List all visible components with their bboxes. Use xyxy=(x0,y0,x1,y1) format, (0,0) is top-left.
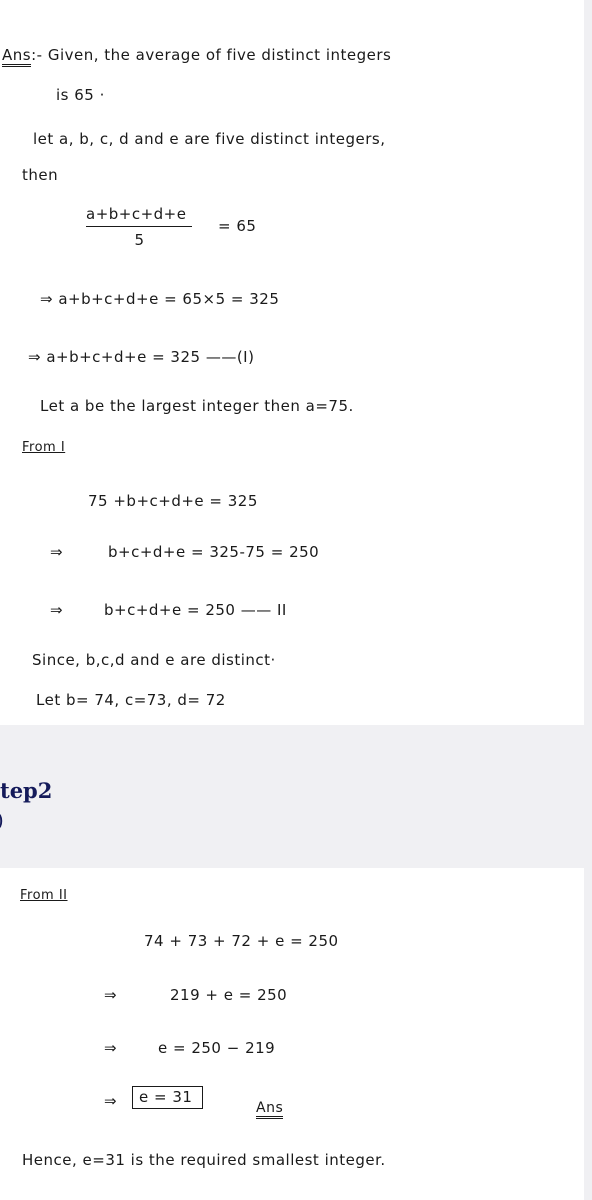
ans-mark: Ans xyxy=(256,1100,284,1119)
intro-text: :- Given, the average of five distinct i… xyxy=(31,46,392,64)
implies-arrow: ⇒ xyxy=(104,1039,118,1057)
equation-I: ⇒ a+b+c+d+e = 325 ——(I) xyxy=(28,348,255,366)
then-label: then xyxy=(22,166,59,184)
implies-arrow: ⇒ xyxy=(104,1092,118,1110)
equation-II: b+c+d+e = 250 —— II xyxy=(104,601,287,619)
equation-solve-e: e = 250 − 219 xyxy=(158,1039,276,1057)
scrollbar-track[interactable] xyxy=(584,0,592,1200)
distinct-statement: Since, b,c,d and e are distinct· xyxy=(32,651,276,669)
implies-arrow: ⇒ xyxy=(50,601,64,619)
implies-arrow: ⇒ xyxy=(50,543,64,561)
equation-simplified: 219 + e = 250 xyxy=(170,986,288,1004)
equation-sum-product: ⇒ a+b+c+d+e = 65×5 = 325 xyxy=(40,290,280,308)
implies-arrow: ⇒ xyxy=(104,986,118,1004)
average-fraction: a+b+c+d+e 5 xyxy=(86,205,193,249)
solution-image-step1: Ans:- Given, the average of five distinc… xyxy=(0,0,584,725)
equation-values-substituted: 74 + 73 + 72 + e = 250 xyxy=(144,932,339,950)
intro-text-cont: is 65 · xyxy=(56,86,105,104)
step-paren-glyph: ) xyxy=(0,808,4,832)
conclusion: Hence, e=31 is the required smallest int… xyxy=(22,1151,386,1169)
from-II-label: From II xyxy=(20,888,68,903)
variables-definition: let a, b, c, d and e are five distinct i… xyxy=(33,130,386,148)
answer-intro: Ans:- Given, the average of five distinc… xyxy=(2,46,392,67)
assumed-values: Let b= 74, c=73, d= 72 xyxy=(36,691,226,709)
largest-integer-statement: Let a be the largest integer then a=75. xyxy=(40,397,354,415)
fraction-denominator: 5 xyxy=(134,231,145,249)
ans-label: Ans xyxy=(2,46,32,67)
step-title: tep2 xyxy=(0,778,53,803)
from-I-label: From I xyxy=(22,440,66,455)
solution-image-step2: From II 74 + 73 + 72 + e = 250 ⇒ 219 + e… xyxy=(0,868,584,1200)
equation-subtract: b+c+d+e = 325-75 = 250 xyxy=(108,543,320,561)
equation-substituted: 75 +b+c+d+e = 325 xyxy=(88,492,258,510)
fraction-numerator: a+b+c+d+e xyxy=(86,205,193,227)
boxed-answer: e = 31 xyxy=(132,1086,204,1109)
fraction-rhs: = 65 xyxy=(218,217,257,235)
